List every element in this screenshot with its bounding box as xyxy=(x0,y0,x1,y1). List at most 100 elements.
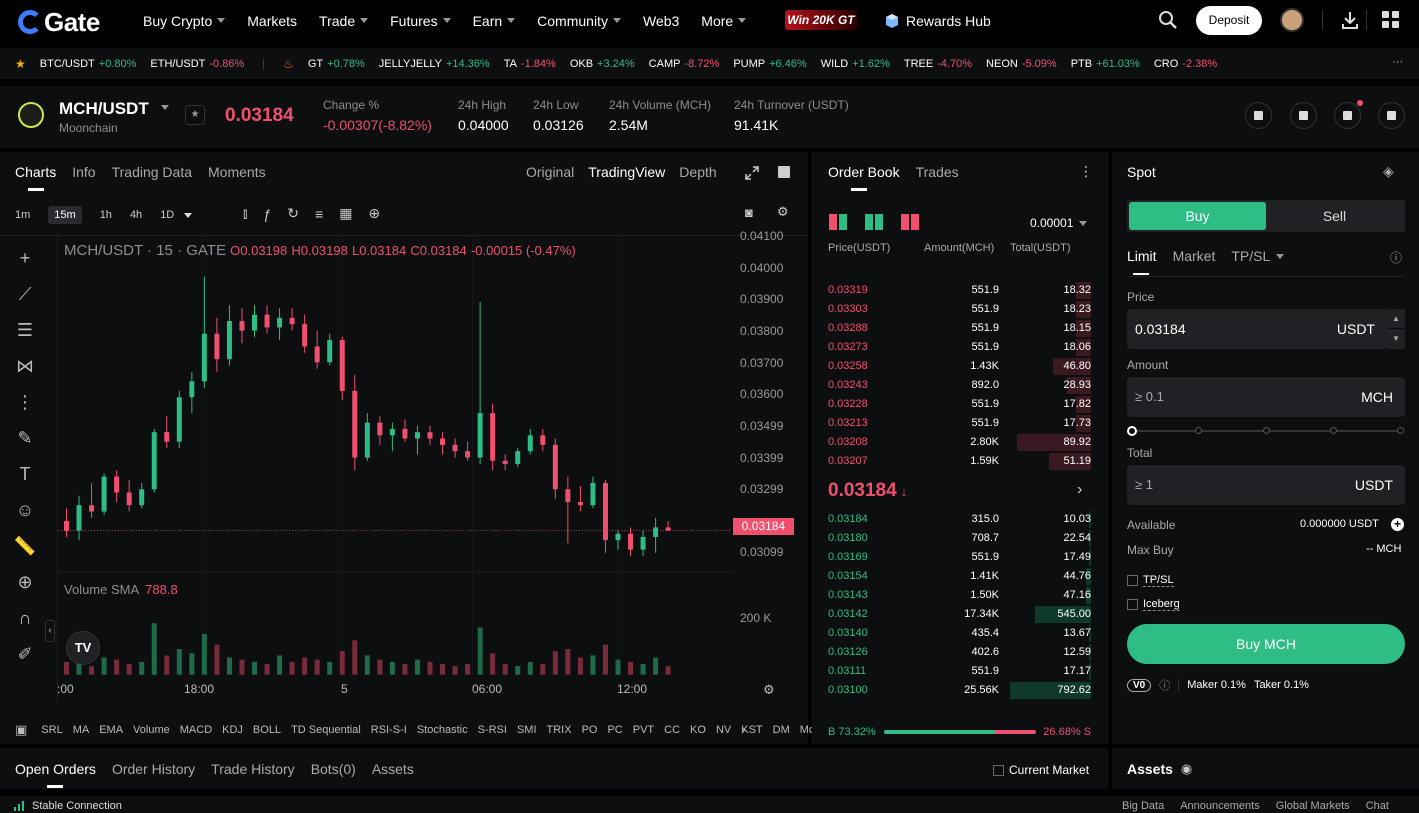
tab-market[interactable]: Market xyxy=(1173,248,1216,264)
tab-moments[interactable]: Moments xyxy=(208,164,266,180)
indicator-item[interactable]: TRIX xyxy=(547,724,572,736)
slider-tick[interactable] xyxy=(1263,427,1270,434)
nav-item-trade[interactable]: Trade xyxy=(319,13,369,29)
indicator-item[interactable]: Stochastic xyxy=(417,724,468,736)
settings-icon[interactable] xyxy=(1378,102,1405,129)
template-icon[interactable]: ≡ xyxy=(315,206,323,222)
ticker-item[interactable]: GT +0.78% xyxy=(308,58,365,70)
pair-title[interactable]: MCH/USDT xyxy=(59,99,149,119)
deposit-button[interactable]: Deposit xyxy=(1196,6,1262,35)
zoom-icon[interactable]: ⊕ xyxy=(12,569,38,595)
ticker-item[interactable]: JELLYJELLY +14.36% xyxy=(379,58,490,70)
collapse-toolbar-icon[interactable]: ‹ xyxy=(45,620,55,642)
chevron-down-icon[interactable] xyxy=(184,212,193,218)
tab-trade-history[interactable]: Trade History xyxy=(211,761,295,777)
favorite-star-icon[interactable]: ★ xyxy=(185,105,205,125)
ticker-item[interactable]: BTC/USDT +0.80% xyxy=(40,58,137,70)
lock-draw-icon[interactable]: ✐ xyxy=(12,641,38,667)
chevron-down-icon[interactable] xyxy=(161,105,169,110)
vip-badge[interactable]: V0 xyxy=(1127,678,1152,692)
sell-tab-button[interactable]: Sell xyxy=(1266,202,1403,230)
footer-link[interactable]: Chat xyxy=(1366,800,1389,812)
robot-icon[interactable]: ◈ xyxy=(1383,163,1394,180)
magnet-icon[interactable]: ∩ xyxy=(12,605,38,631)
add-funds-icon[interactable]: + xyxy=(1391,518,1404,531)
nav-item-markets[interactable]: Markets xyxy=(247,13,297,29)
total-input[interactable]: ≥ 1 USDT xyxy=(1127,465,1405,505)
ruler-icon[interactable]: 📏 xyxy=(12,533,38,559)
caret-up-icon[interactable]: ▲ xyxy=(1387,309,1405,329)
caret-down-icon[interactable]: ▼ xyxy=(1387,329,1405,349)
indicator-item[interactable]: MA xyxy=(73,724,90,736)
indicator-item[interactable]: PVT xyxy=(633,724,654,736)
tab-assets[interactable]: Assets xyxy=(372,761,414,777)
nav-item-web3[interactable]: Web3 xyxy=(643,13,679,29)
ticker-item[interactable]: TA -1.84% xyxy=(504,58,556,70)
indicator-item[interactable]: SMI xyxy=(517,724,537,736)
tab-trades[interactable]: Trades xyxy=(916,164,959,180)
slider-tick[interactable] xyxy=(1195,427,1202,434)
current-market-checkbox[interactable]: Current Market xyxy=(993,763,1089,777)
ask-row[interactable]: 0.03213 551.9 17.73 xyxy=(828,414,1091,433)
layout-icon[interactable] xyxy=(778,166,790,178)
info-icon[interactable]: ⓘ xyxy=(1390,249,1402,266)
indicator-item[interactable]: BOLL xyxy=(253,724,281,736)
bid-row[interactable]: 0.03100 25.56K 792.62 xyxy=(828,681,1091,700)
price-chart[interactable] xyxy=(57,235,808,705)
iceberg-checkbox[interactable]: Iceberg xyxy=(1127,598,1180,611)
timeframe-1m[interactable]: 1m xyxy=(15,209,30,221)
ticker-item[interactable]: PTB +61.03% xyxy=(1071,58,1140,70)
crosshair-icon[interactable]: + xyxy=(12,245,38,271)
star-icon[interactable]: ★ xyxy=(15,57,26,71)
chevron-right-icon[interactable]: › xyxy=(1077,481,1082,499)
ticker-item[interactable]: CRO -2.38% xyxy=(1154,58,1217,70)
ticker-item[interactable]: ETH/USDT -0.86% xyxy=(150,58,244,70)
guide-icon[interactable] xyxy=(1290,102,1317,129)
tpsl-checkbox[interactable]: TP/SL xyxy=(1127,574,1174,587)
footer-link[interactable]: Announcements xyxy=(1180,800,1260,812)
camera-icon[interactable]: ◙ xyxy=(745,205,753,220)
layout-grid-icon[interactable]: ▦ xyxy=(339,205,352,222)
checkbox-box[interactable] xyxy=(993,764,1004,776)
avatar[interactable] xyxy=(1280,8,1304,32)
slider-handle[interactable] xyxy=(1127,426,1137,436)
ticker-item[interactable]: OKB +3.24% xyxy=(570,58,635,70)
tab-tpsl[interactable]: TP/SL xyxy=(1231,248,1285,264)
ask-row[interactable]: 0.03273 551.9 18.06 xyxy=(828,338,1091,357)
rewards-hub-link[interactable]: Rewards Hub xyxy=(884,0,991,41)
indicator-icon[interactable]: ƒ xyxy=(263,206,271,222)
fib-icon[interactable]: ⋮ xyxy=(12,389,38,415)
tab-trading-data[interactable]: Trading Data xyxy=(112,164,192,180)
emoji-icon[interactable]: ☺ xyxy=(12,497,38,523)
expand-icon[interactable] xyxy=(745,166,759,180)
view-original[interactable]: Original xyxy=(526,164,574,180)
indicator-item[interactable]: TD Sequential xyxy=(291,724,361,736)
both-sides-view-icon[interactable] xyxy=(829,214,847,230)
ask-row[interactable]: 0.03288 551.9 18.15 xyxy=(828,319,1091,338)
ticker-item[interactable]: CAMP -8.72% xyxy=(649,58,720,70)
eye-icon[interactable]: ◉ xyxy=(1181,761,1192,777)
indicator-item[interactable]: CC xyxy=(664,724,680,736)
indicator-item[interactable]: RSI-S-I xyxy=(371,724,407,736)
more-icon[interactable]: ··· xyxy=(1392,56,1403,68)
tradingview-logo[interactable]: TV xyxy=(66,631,100,665)
amount-slider[interactable] xyxy=(1127,426,1404,436)
timeframe-4h[interactable]: 4h xyxy=(130,209,142,221)
ask-row[interactable]: 0.03208 2.80K 89.92 xyxy=(828,433,1091,452)
footer-link[interactable]: Big Data xyxy=(1122,800,1164,812)
ask-row[interactable]: 0.03228 551.9 17.82 xyxy=(828,395,1091,414)
indicator-item[interactable]: EMA xyxy=(99,724,123,736)
bid-row[interactable]: 0.03111 551.9 17.17 xyxy=(828,662,1091,681)
ticker-item[interactable]: TREE -4.70% xyxy=(904,58,972,70)
calendar-icon[interactable]: ▣ xyxy=(15,722,27,738)
replay-icon[interactable]: ↻ xyxy=(287,205,299,222)
precision-select[interactable]: 0.00001 xyxy=(1030,216,1088,230)
buy-submit-button[interactable]: Buy MCH xyxy=(1127,624,1405,664)
ticker-item[interactable]: PUMP +6.46% xyxy=(733,58,806,70)
indicator-item[interactable]: MACD xyxy=(180,724,212,736)
indicator-item[interactable]: Volume xyxy=(133,724,170,736)
ticker-item[interactable]: WILD +1.62% xyxy=(821,58,890,70)
ask-row[interactable]: 0.03319 551.9 18.32 xyxy=(828,281,1091,300)
bid-row[interactable]: 0.03142 17.34K 545.00 xyxy=(828,605,1091,624)
price-stepper[interactable]: ▲ ▼ xyxy=(1387,309,1405,349)
